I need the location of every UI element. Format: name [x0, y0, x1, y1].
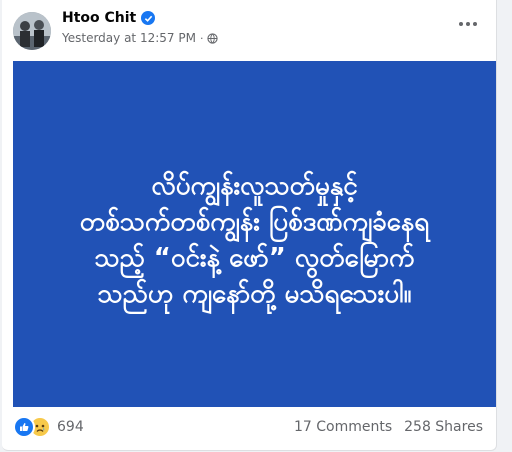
meta-separator: · [199, 31, 204, 45]
avatar[interactable] [13, 12, 51, 50]
engagement-counts: 17 Comments 258 Shares [294, 419, 483, 435]
post-meta: Yesterday at 12:57 PM · [62, 31, 219, 45]
banner-line: သည့် “ဝင်းနဲ့ ဖော်” လွတ်မြောက် [94, 243, 415, 273]
author-name[interactable]: Htoo Chit [62, 10, 136, 26]
banner-line: လိပ်ကျွန်းလူသတ်မှုနှင့် [151, 171, 358, 201]
verified-badge-icon [141, 11, 156, 25]
reactions-summary[interactable]: 694 [13, 416, 84, 438]
reaction-icons [13, 416, 51, 438]
post-timestamp[interactable]: Yesterday at 12:57 PM [62, 31, 196, 45]
post-author[interactable]: Htoo Chit [62, 10, 156, 26]
shares-count[interactable]: 258 Shares [404, 419, 483, 435]
post-footer: 694 17 Comments 258 Shares [13, 414, 483, 440]
comments-count[interactable]: 17 Comments [294, 419, 392, 435]
banner-line: သည်ဟု ကျနော်တို့ မသိရသေးပါ။ [97, 279, 412, 309]
reaction-count[interactable]: 694 [57, 419, 84, 435]
more-options-icon[interactable] [458, 14, 478, 34]
like-reaction-icon [13, 416, 35, 438]
globe-icon[interactable] [207, 32, 219, 44]
post-image-banner[interactable]: လိပ်ကျွန်းလူသတ်မှုနှင့် တစ်သက်တစ်ကျွန်း … [13, 61, 496, 407]
banner-line: တစ်သက်တစ်ကျွန်း ပြစ်ဒဏ်ကျခံနေရ [79, 207, 430, 237]
post-card: Htoo Chit Yesterday at 12:57 PM · လိပ်ကျ… [2, 0, 497, 451]
banner-text: လိပ်ကျွန်းလူသတ်မှုနှင့် တစ်သက်တစ်ကျွန်း … [45, 168, 465, 312]
